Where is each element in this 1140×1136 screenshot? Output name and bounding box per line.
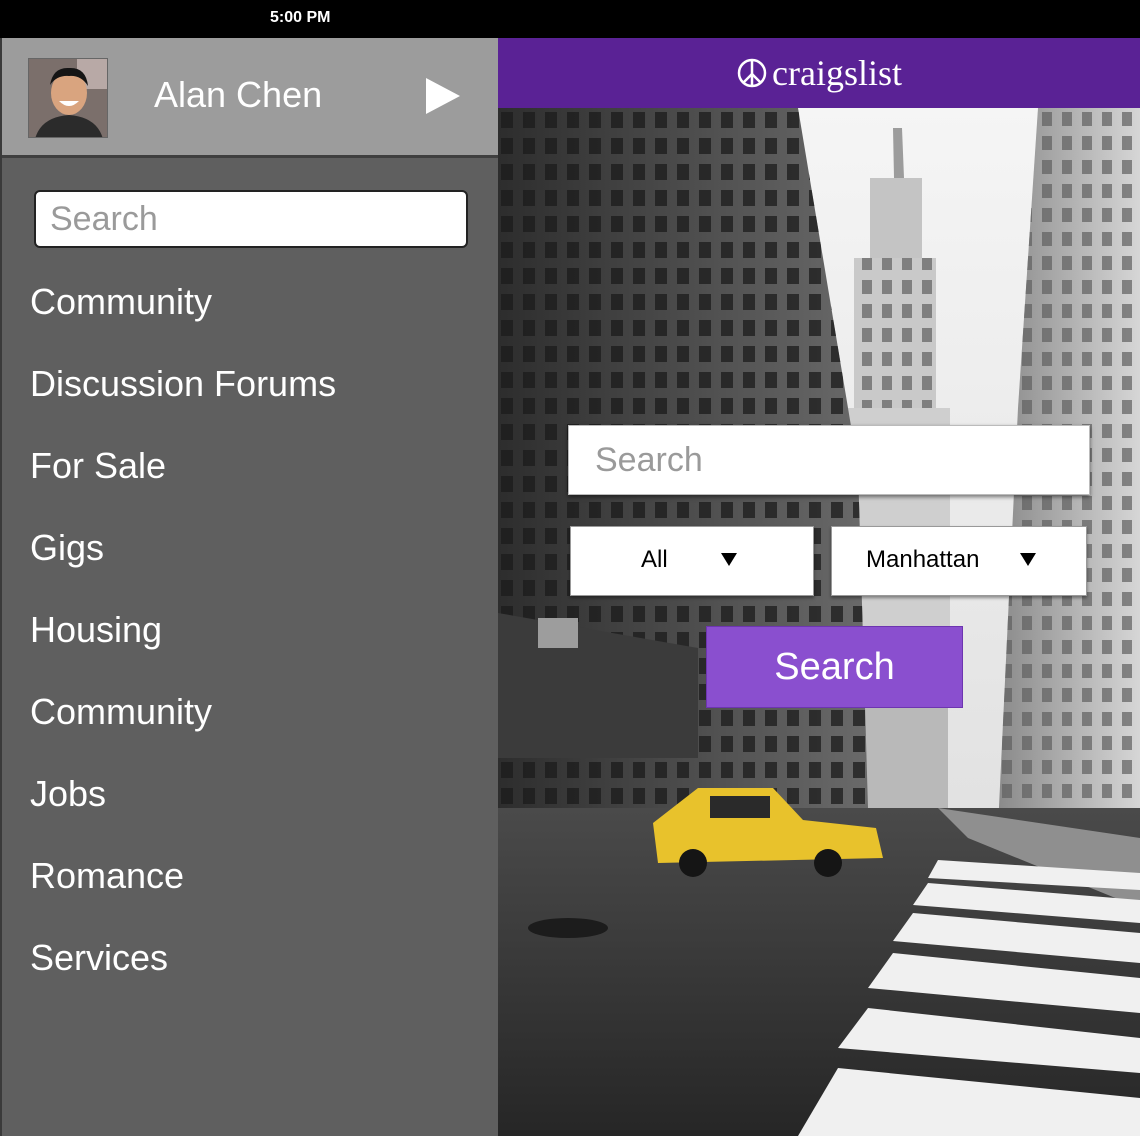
status-bar: 5:00 PM <box>0 0 1140 38</box>
brand-name: craigslist <box>772 53 902 93</box>
brand-logo[interactable]: craigslist <box>498 38 1140 108</box>
main-search-input[interactable] <box>568 425 1090 495</box>
sidebar-item-community-2[interactable]: Community <box>2 684 500 766</box>
sidebar-item-for-sale[interactable]: For Sale <box>2 438 500 520</box>
peace-sign-icon <box>737 58 767 88</box>
profile-name: Alan Chen <box>154 74 323 115</box>
category-menu: Community Discussion Forums For Sale Gig… <box>2 274 500 1012</box>
play-arrow-icon[interactable] <box>426 78 460 114</box>
caret-down-icon <box>1020 553 1036 566</box>
sidebar-item-housing[interactable]: Housing <box>2 602 500 684</box>
sidebar-item-discussion-forums[interactable]: Discussion Forums <box>2 356 500 438</box>
sidebar-item-services[interactable]: Services <box>2 930 500 1012</box>
category-dropdown[interactable]: All <box>570 526 814 596</box>
status-time: 5:00 PM <box>270 9 331 26</box>
brand-bar: craigslist <box>498 38 1140 108</box>
location-dropdown-value: Manhattan <box>866 546 980 573</box>
profile-header[interactable]: Alan Chen <box>2 38 500 158</box>
sidebar-item-gigs[interactable]: Gigs <box>2 520 500 602</box>
search-button[interactable]: Search <box>706 626 963 708</box>
avatar <box>28 58 108 138</box>
sidebar: Alan Chen Community Discussion Forums Fo… <box>0 38 500 1136</box>
city-street-background-image <box>498 108 1140 1136</box>
sidebar-search-input[interactable] <box>34 190 468 248</box>
sidebar-item-community[interactable]: Community <box>2 274 500 356</box>
category-dropdown-value: All <box>641 546 668 573</box>
sidebar-item-romance[interactable]: Romance <box>2 848 500 930</box>
sidebar-item-jobs[interactable]: Jobs <box>2 766 500 848</box>
location-dropdown[interactable]: Manhattan <box>831 526 1087 596</box>
caret-down-icon <box>721 553 737 566</box>
main-content: craigslist Search All Manhattan Search <box>498 38 1140 1136</box>
